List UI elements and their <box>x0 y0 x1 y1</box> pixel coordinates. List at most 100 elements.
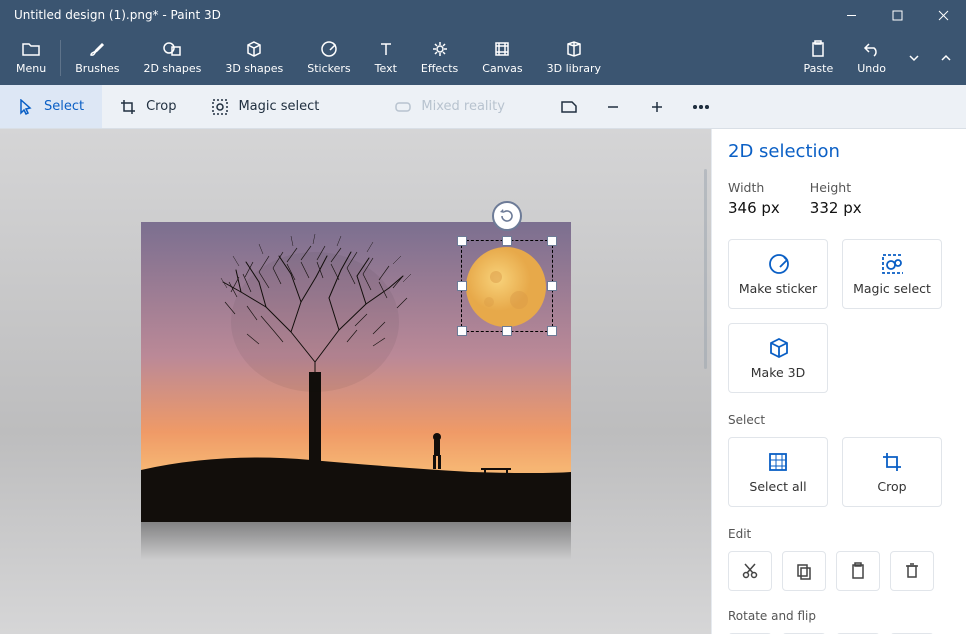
resize-handle-ne[interactable] <box>547 236 557 246</box>
paste-icon <box>809 40 827 58</box>
edit-section-label: Edit <box>728 527 950 541</box>
more-history-button[interactable] <box>898 30 930 85</box>
2d-shapes-button[interactable]: 2D shapes <box>131 30 213 85</box>
canvas-icon <box>493 40 511 58</box>
collapse-ribbon-button[interactable] <box>930 30 962 85</box>
text-button[interactable]: Text <box>363 30 409 85</box>
stickers-label: Stickers <box>307 62 350 75</box>
canvas-area[interactable] <box>0 129 711 634</box>
close-button[interactable] <box>920 0 966 30</box>
canvas-button[interactable]: Canvas <box>470 30 534 85</box>
undo-icon <box>863 40 881 58</box>
resize-handle-s[interactable] <box>502 326 512 336</box>
brushes-label: Brushes <box>75 62 119 75</box>
folder-icon <box>22 40 40 58</box>
resize-handle-nw[interactable] <box>457 236 467 246</box>
undo-button[interactable]: Undo <box>845 30 898 85</box>
width-label: Width <box>728 180 780 195</box>
selection-toolbar: Select Crop Magic select Mixed reality <box>0 85 966 129</box>
sticker-icon <box>767 253 789 275</box>
delete-button[interactable] <box>890 551 934 591</box>
maximize-button[interactable] <box>874 0 920 30</box>
make-sticker-button[interactable]: Make sticker <box>728 239 828 309</box>
library-icon <box>565 40 583 58</box>
minimize-button[interactable] <box>828 0 874 30</box>
panel-crop-button[interactable]: Crop <box>842 437 942 507</box>
make-3d-label: Make 3D <box>751 365 805 380</box>
magic-select-icon <box>881 253 903 275</box>
effects-icon <box>431 40 449 58</box>
rotate-handle[interactable] <box>492 201 522 231</box>
canvas-label: Canvas <box>482 62 522 75</box>
3d-shapes-label: 3D shapes <box>225 62 283 75</box>
crop-tool[interactable]: Crop <box>102 85 194 128</box>
3d-library-button[interactable]: 3D library <box>535 30 613 85</box>
select-section-label: Select <box>728 413 950 427</box>
mixed-reality-label: Mixed reality <box>421 99 505 114</box>
height-value: 332 px <box>810 199 862 217</box>
resize-handle-e[interactable] <box>547 281 557 291</box>
menu-label: Menu <box>16 62 46 75</box>
resize-handle-sw[interactable] <box>457 326 467 336</box>
select-all-button[interactable]: Select all <box>728 437 828 507</box>
select-all-label: Select all <box>749 479 806 494</box>
make-3d-button[interactable]: Make 3D <box>728 323 828 393</box>
effects-label: Effects <box>421 62 458 75</box>
magic-select-tool[interactable]: Magic select <box>194 85 337 128</box>
window-title: Untitled design (1).png* - Paint 3D <box>14 8 828 22</box>
rotate-section-label: Rotate and flip <box>728 609 950 623</box>
stickers-button[interactable]: Stickers <box>295 30 362 85</box>
effects-button[interactable]: Effects <box>409 30 470 85</box>
3d-view-button[interactable] <box>547 85 591 128</box>
magic-select-button[interactable]: Magic select <box>842 239 942 309</box>
magic-select-label: Magic select <box>853 281 931 296</box>
2d-shapes-label: 2D shapes <box>143 62 201 75</box>
more-button[interactable] <box>679 85 723 128</box>
dimensions: Width 346 px Height 332 px <box>728 180 950 217</box>
text-label: Text <box>375 62 397 75</box>
magic-select-icon <box>212 99 228 115</box>
side-panel: 2D selection Width 346 px Height 332 px … <box>711 129 966 634</box>
3d-shapes-button[interactable]: 3D shapes <box>213 30 295 85</box>
zoom-out-button[interactable] <box>591 85 635 128</box>
mixed-reality-tool: Mixed reality <box>377 85 523 128</box>
copy-button[interactable] <box>782 551 826 591</box>
2d-shapes-icon <box>163 40 181 58</box>
panel-crop-label: Crop <box>877 479 906 494</box>
cube-icon <box>245 40 263 58</box>
resize-handle-n[interactable] <box>502 236 512 246</box>
cursor-icon <box>18 99 34 115</box>
undo-label: Undo <box>857 62 886 75</box>
text-icon <box>377 40 395 58</box>
width-value: 346 px <box>728 199 780 217</box>
scrollbar[interactable] <box>704 169 707 369</box>
cube-icon <box>767 337 789 359</box>
selection-box[interactable] <box>461 240 553 332</box>
crop-icon <box>881 451 903 473</box>
cut-button[interactable] <box>728 551 772 591</box>
crop-label: Crop <box>146 99 176 114</box>
paste-label: Paste <box>804 62 834 75</box>
brush-icon <box>88 40 106 58</box>
sticker-icon <box>320 40 338 58</box>
brushes-button[interactable]: Brushes <box>63 30 131 85</box>
mr-icon <box>395 99 411 115</box>
canvas-image[interactable] <box>141 222 571 522</box>
select-all-icon <box>767 451 789 473</box>
titlebar: Untitled design (1).png* - Paint 3D <box>0 0 966 30</box>
resize-handle-w[interactable] <box>457 281 467 291</box>
select-tool[interactable]: Select <box>0 85 102 128</box>
crop-icon <box>120 99 136 115</box>
menu-button[interactable]: Menu <box>4 30 58 85</box>
3d-library-label: 3D library <box>547 62 601 75</box>
resize-handle-se[interactable] <box>547 326 557 336</box>
paste-button[interactable]: Paste <box>792 30 846 85</box>
zoom-in-button[interactable] <box>635 85 679 128</box>
height-label: Height <box>810 180 862 195</box>
canvas-shadow <box>141 522 571 560</box>
select-label: Select <box>44 99 84 114</box>
make-sticker-label: Make sticker <box>739 281 817 296</box>
panel-title: 2D selection <box>728 141 950 162</box>
magic-select-label: Magic select <box>238 99 319 114</box>
paste-panel-button[interactable] <box>836 551 880 591</box>
